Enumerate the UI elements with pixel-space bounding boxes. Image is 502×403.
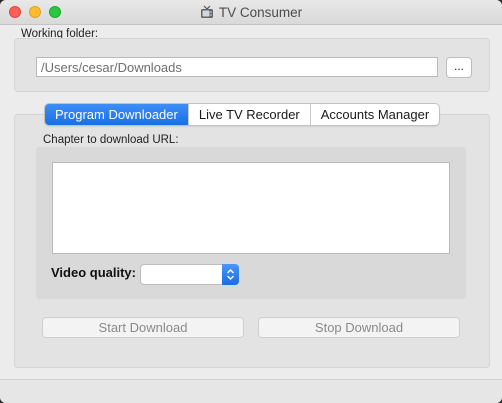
tab-live-tv-recorder[interactable]: Live TV Recorder (187, 104, 310, 125)
stop-download-button[interactable]: Stop Download (258, 317, 460, 338)
chapter-url-textarea[interactable] (52, 162, 450, 254)
window-title: TV Consumer (218, 4, 303, 20)
chapter-url-label: Chapter to download URL: (43, 134, 179, 146)
title-bar[interactable]: TV Consumer (0, 0, 502, 25)
window-title-area: TV Consumer (0, 0, 502, 24)
tab-program-downloader[interactable]: Program Downloader (45, 104, 188, 125)
tv-icon (200, 5, 214, 19)
main-window: TV Consumer Working folder: ... Program … (0, 0, 502, 403)
tab-bar: Program Downloader Live TV Recorder Acco… (44, 103, 441, 126)
select-stepper-icon[interactable] (222, 264, 239, 285)
working-folder-path-input[interactable] (36, 57, 438, 77)
status-bar (0, 379, 502, 403)
video-quality-label: Video quality: (51, 265, 136, 280)
video-quality-select[interactable] (140, 264, 239, 285)
start-download-button[interactable]: Start Download (42, 317, 244, 338)
tab-accounts-manager[interactable]: Accounts Manager (309, 104, 439, 125)
browse-folder-button[interactable]: ... (446, 57, 472, 78)
